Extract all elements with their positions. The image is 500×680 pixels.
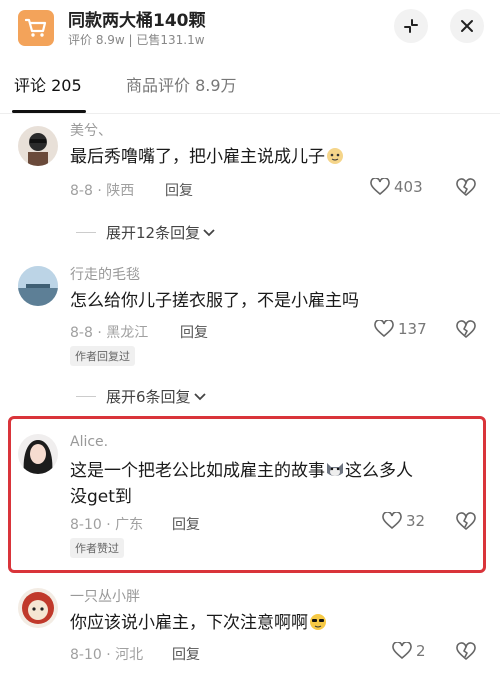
comment-tabs: 评论 205 商品评价 8.9万	[0, 66, 500, 113]
comment-text-line2: 没get到	[70, 487, 132, 507]
like-count: 2	[416, 642, 426, 660]
comment-text-body: 你应该说小雇主，下次注意啊啊	[70, 613, 308, 633]
close-icon	[461, 20, 473, 32]
chevron-down-icon	[203, 228, 215, 236]
collapse-arrows-icon	[404, 19, 418, 33]
like-count: 32	[406, 512, 426, 530]
shopping-cart-icon[interactable]	[18, 10, 54, 46]
heart-icon	[374, 320, 394, 338]
reply-button[interactable]: 回复	[165, 180, 193, 200]
sunglasses-face-icon	[308, 613, 328, 631]
collapse-button[interactable]	[394, 9, 428, 43]
like-button[interactable]: 32	[382, 512, 425, 530]
reply-button[interactable]: 回复	[172, 644, 200, 664]
heart-icon	[382, 512, 402, 530]
broken-heart-icon[interactable]	[456, 178, 476, 198]
comment-text-line1: 这是一个把老公比如成雇主的故事	[70, 461, 325, 481]
like-count: 137	[398, 320, 427, 338]
comment-meta: 8-8 · 黑龙江	[70, 325, 149, 341]
author-replied-badge: 作者回复过	[70, 346, 135, 366]
broken-heart-icon[interactable]	[456, 642, 476, 662]
expand-replies-button[interactable]: 展开12条回复	[76, 222, 216, 243]
username[interactable]: 行走的毛毯	[70, 264, 140, 284]
comment-text: 最后秀噜嘴了，把小雇主说成儿子	[70, 144, 450, 170]
like-button[interactable]: 137	[374, 320, 427, 338]
broken-heart-icon[interactable]	[456, 320, 476, 340]
comment-location: 河北	[115, 647, 144, 663]
comment-location: 黑龙江	[106, 325, 149, 341]
expand-replies-button[interactable]: 展开6条回复	[76, 386, 207, 407]
product-header: 同款两大桶140颗 评价 8.9w | 已售131.1w	[0, 0, 500, 54]
like-button[interactable]: 403	[370, 178, 423, 196]
expand-replies-label: 展开6条回复	[106, 388, 191, 406]
username[interactable]: 美兮、	[70, 120, 112, 140]
comment-date: 8-10	[70, 647, 102, 663]
avatar[interactable]	[18, 126, 58, 166]
avatar[interactable]	[18, 588, 58, 628]
like-button[interactable]: 2	[392, 642, 426, 660]
comment-meta: 8-8 · 陕西	[70, 183, 135, 199]
avatar[interactable]	[18, 434, 58, 474]
chevron-down-icon	[193, 392, 206, 400]
reply-button[interactable]: 回复	[172, 514, 200, 534]
avatar[interactable]	[18, 266, 58, 306]
comment-text: 你应该说小雇主，下次注意啊啊	[70, 610, 450, 636]
like-count: 403	[394, 178, 423, 196]
comment-text-body: 最后秀噜嘴了，把小雇主说成儿子	[70, 147, 325, 167]
comment-text-line1-after: 这么多人	[345, 461, 413, 481]
divider	[0, 113, 500, 114]
expand-replies-label: 展开12条回复	[106, 224, 201, 242]
heart-icon	[370, 178, 390, 196]
reply-button[interactable]: 回复	[180, 322, 208, 342]
comment-date: 8-8	[70, 183, 93, 199]
close-button[interactable]	[450, 9, 484, 43]
comment-meta: 8-10 · 河北	[70, 647, 144, 663]
comment-location: 广东	[115, 517, 144, 533]
comment-date: 8-8	[70, 325, 93, 341]
dog-face-icon	[325, 147, 345, 165]
heart-icon	[392, 642, 412, 660]
husky-face-icon	[325, 461, 345, 479]
product-stats: 评价 8.9w | 已售131.1w	[68, 33, 205, 47]
username[interactable]: 一只丛小胖	[70, 586, 140, 606]
broken-heart-icon[interactable]	[456, 512, 476, 532]
comment-location: 陕西	[106, 183, 135, 199]
author-liked-badge: 作者赞过	[70, 538, 124, 558]
tab-product-reviews[interactable]: 商品评价 8.9万	[126, 72, 237, 96]
comment-meta: 8-10 · 广东	[70, 517, 144, 533]
comment-date: 8-10	[70, 517, 102, 533]
product-title[interactable]: 同款两大桶140颗	[68, 6, 206, 31]
username[interactable]: Alice.	[70, 434, 108, 450]
comment-text: 怎么给你儿子搓衣服了，不是小雇主吗	[70, 291, 359, 311]
tab-comments[interactable]: 评论 205	[14, 72, 82, 96]
comment-text: 这是一个把老公比如成雇主的故事 这么多人 没get到	[70, 458, 470, 510]
